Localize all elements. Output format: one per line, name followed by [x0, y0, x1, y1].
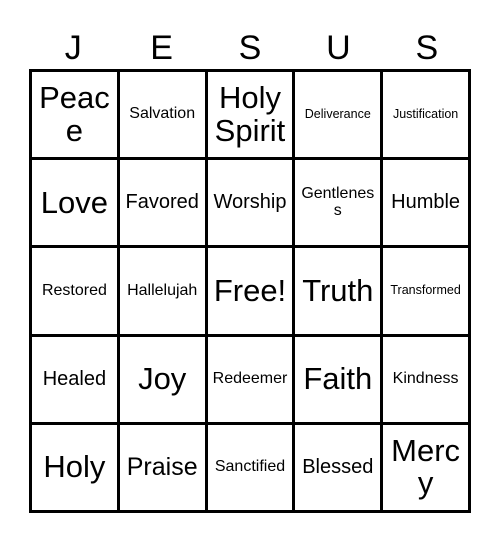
- bingo-cell-r1c1[interactable]: Peace: [32, 72, 120, 161]
- bingo-cell-label: Holy: [43, 449, 106, 485]
- bingo-cell-r5c4[interactable]: Blessed: [295, 424, 384, 513]
- bingo-cell-r4c1[interactable]: Healed: [32, 336, 120, 425]
- bingo-cell-r4c4[interactable]: Faith: [295, 336, 384, 425]
- bingo-cell-r3c1[interactable]: Restored: [32, 248, 120, 337]
- bingo-cell-r3c4[interactable]: Truth: [295, 248, 384, 337]
- bingo-cell-r2c5[interactable]: Humble: [383, 160, 471, 249]
- bingo-cell-r5c1[interactable]: Holy: [32, 424, 120, 513]
- bingo-cell-label: Humble: [391, 191, 461, 214]
- bingo-cell-r4c5[interactable]: Kindness: [383, 336, 471, 425]
- bingo-header-letter-3: S: [238, 28, 262, 67]
- bingo-cell-r5c2[interactable]: Praise: [119, 424, 208, 513]
- bingo-cell-label: Salvation: [129, 105, 196, 123]
- bingo-cell-label: Transformed: [390, 283, 461, 298]
- bingo-cell-label: Justification: [392, 107, 459, 122]
- bingo-grid: Peace Salvation Holy Spirit Deliverance Just…: [29, 69, 471, 513]
- bingo-header-letters: JESUS: [29, 26, 471, 69]
- bingo-cell-label: Faith: [303, 360, 373, 396]
- bingo-header-letter-5: S: [415, 28, 439, 67]
- bingo-cell-r2c2[interactable]: Favored: [119, 160, 208, 249]
- bingo-cell-r1c4[interactable]: Deliverance: [295, 72, 384, 161]
- bingo-cell-label: Kindness: [392, 369, 459, 387]
- bingo-cell-label: Worship: [213, 191, 287, 214]
- bingo-cell-label: Hallelujah: [127, 281, 198, 299]
- bingo-cell-label: Mercy: [391, 432, 461, 501]
- bingo-cell-r5c3[interactable]: Sanctified: [207, 424, 296, 513]
- bingo-cell-label: Sanctified: [214, 457, 286, 475]
- bingo-cell-r3c3[interactable]: Free!: [207, 248, 296, 337]
- bingo-cell-label: Holy Spirit: [214, 80, 286, 148]
- bingo-cell-r3c5[interactable]: Transformed: [383, 248, 471, 337]
- bingo-cell-label: Blessed: [302, 455, 374, 478]
- bingo-cell-label: Joy: [138, 360, 187, 396]
- bingo-cell-label: Healed: [42, 367, 107, 390]
- bingo-cell-label: Gentleness: [301, 184, 375, 219]
- bingo-cell-label: Redeemer: [212, 369, 288, 387]
- bingo-cell-r3c2[interactable]: Hallelujah: [119, 248, 208, 337]
- bingo-header-letter-4: U: [326, 28, 351, 67]
- bingo-cell-r1c2[interactable]: Salvation: [119, 72, 208, 161]
- bingo-cell-label: Praise: [126, 453, 198, 482]
- bingo-cell-r4c3[interactable]: Redeemer: [207, 336, 296, 425]
- bingo-header-letter-2: E: [150, 28, 173, 67]
- bingo-header-letter-1: J: [64, 28, 82, 67]
- bingo-cell-label: Favored: [125, 191, 199, 214]
- bingo-cell-label: Peace: [39, 80, 110, 148]
- bingo-cell-label: Love: [40, 184, 109, 220]
- bingo-cell-r5c5[interactable]: Mercy: [383, 424, 471, 513]
- bingo-cell-r2c1[interactable]: Love: [32, 160, 120, 249]
- bingo-cell-r2c4[interactable]: Gentleness: [295, 160, 384, 249]
- bingo-cell-label: Restored: [41, 281, 107, 299]
- bingo-cell-r2c3[interactable]: Worship: [207, 160, 296, 249]
- bingo-cell-label: Free!: [213, 272, 287, 308]
- bingo-cell-r1c5[interactable]: Justification: [383, 72, 471, 161]
- bingo-card: J E S U S Peace Salvation Holy Spirit Deliveran…: [0, 0, 501, 544]
- bingo-cell-label: Truth: [302, 272, 374, 308]
- bingo-cell-r4c2[interactable]: Joy: [119, 336, 208, 425]
- bingo-cell-label: Deliverance: [304, 107, 371, 122]
- bingo-cell-r1c3[interactable]: Holy Spirit: [207, 72, 296, 161]
